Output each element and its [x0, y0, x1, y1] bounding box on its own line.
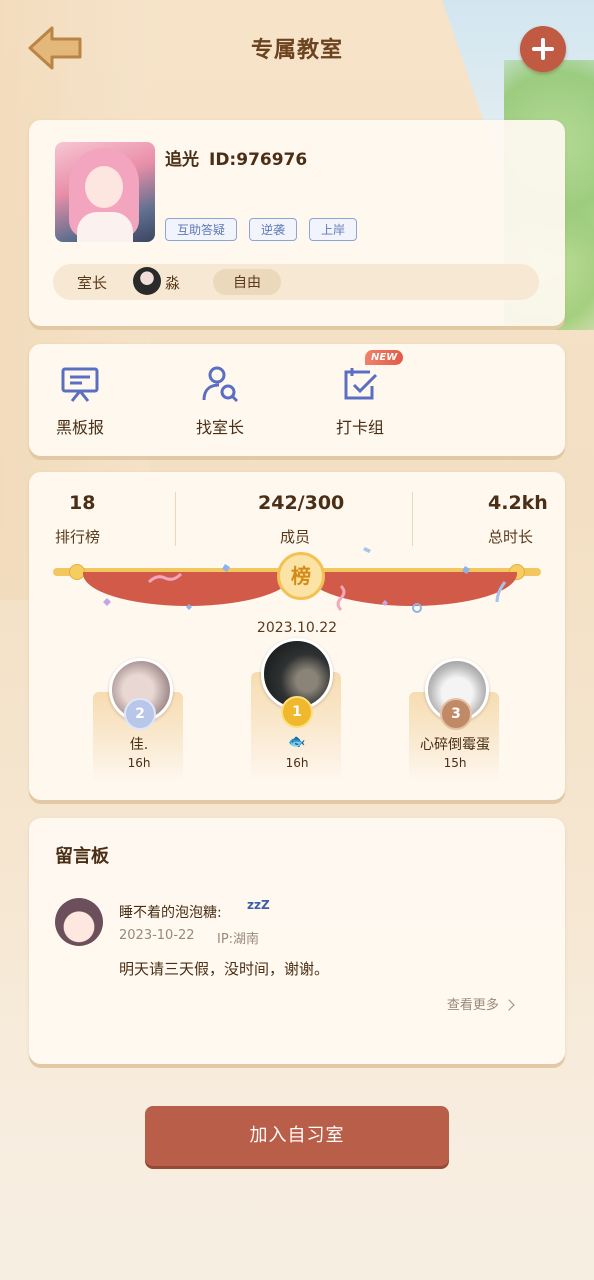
- classroom-tags: 互助答疑 逆袭 上岸: [165, 218, 358, 241]
- medal-silver: 2: [124, 698, 156, 730]
- divider: [412, 492, 413, 546]
- view-more-link[interactable]: 查看更多: [446, 994, 515, 1013]
- medal-gold: 1: [281, 696, 313, 728]
- first-place-name: 🐟: [288, 734, 306, 750]
- message-board-card: 留言板 睡不着的泡泡糖: zzZ 2023-10-22 IP:湖南 明天请三天假…: [29, 818, 565, 1064]
- new-badge: NEW: [365, 350, 404, 365]
- avatar[interactable]: [55, 898, 103, 946]
- members-value: 242/300: [258, 492, 345, 514]
- tag: 互助答疑: [165, 218, 238, 241]
- classroom-profile-card: 追光 ID:976976 互助答疑 逆袭 上岸 室长 淼 自由: [29, 120, 565, 326]
- join-study-room-button[interactable]: 加入自习室: [145, 1106, 449, 1166]
- owner-name: 淼: [165, 274, 181, 292]
- classroom-avatar[interactable]: [55, 142, 155, 242]
- leaderboard-date: 2023.10.22: [256, 620, 338, 636]
- first-place-hours: 16h: [285, 756, 309, 770]
- message-date: 2023-10-22: [119, 928, 195, 943]
- medal-bronze: 3: [440, 698, 472, 730]
- tag: 逆袭: [249, 218, 298, 241]
- chevron-right-icon: [503, 999, 515, 1011]
- blackboard-label: 黑板报: [55, 418, 104, 437]
- blackboard-icon: [61, 367, 99, 402]
- owner-avatar[interactable]: [133, 267, 161, 295]
- owner-row[interactable]: 室长 淼 自由: [53, 264, 539, 300]
- second-place-name: 佳.: [129, 737, 149, 753]
- owner-label: 室长: [77, 274, 108, 292]
- total-time-value: 4.2kh: [488, 492, 548, 514]
- blackboard-button[interactable]: 黑板报: [35, 364, 125, 438]
- owner-status-badge: 自由: [213, 269, 281, 295]
- tag: 上岸: [309, 218, 358, 241]
- message-author: 睡不着的泡泡糖:: [119, 905, 222, 921]
- find-owner-label: 找室长: [195, 418, 244, 437]
- function-card: 黑板报 找室长 打卡组 NEW: [29, 344, 565, 456]
- view-more-label: 查看更多: [446, 998, 499, 1013]
- plus-icon[interactable]: [520, 26, 566, 72]
- classroom-name: 追光 ID:976976: [165, 145, 307, 170]
- checkin-group-label: 打卡组: [335, 418, 384, 437]
- second-place-hours: 16h: [127, 756, 151, 770]
- message-board-title: 留言板: [55, 846, 109, 867]
- find-owner-button[interactable]: 找室长: [175, 364, 265, 438]
- third-place-hours: 15h: [443, 756, 467, 770]
- message-ip: IP:湖南: [217, 932, 260, 947]
- find-person-icon: [202, 366, 239, 403]
- checkin-icon: [344, 368, 378, 400]
- confetti: [103, 547, 507, 613]
- leaderboard-card: 18 排行榜 242/300 成员 4.2kh 总时长 榜 2023.10.22…: [29, 472, 565, 800]
- page-title: 专属教室: [250, 38, 343, 63]
- classroom-id: ID:976976: [209, 150, 308, 170]
- sleep-emoji-icon: zzZ: [247, 898, 270, 912]
- checkin-group-button[interactable]: 打卡组: [315, 364, 405, 438]
- divider: [175, 492, 176, 546]
- message-text: 明天请三天假，没时间，谢谢。: [119, 960, 330, 978]
- third-place-name: 心碎倒霉蛋: [420, 737, 490, 753]
- rank-value: 18: [69, 492, 96, 514]
- classroom-title: 追光: [165, 150, 199, 170]
